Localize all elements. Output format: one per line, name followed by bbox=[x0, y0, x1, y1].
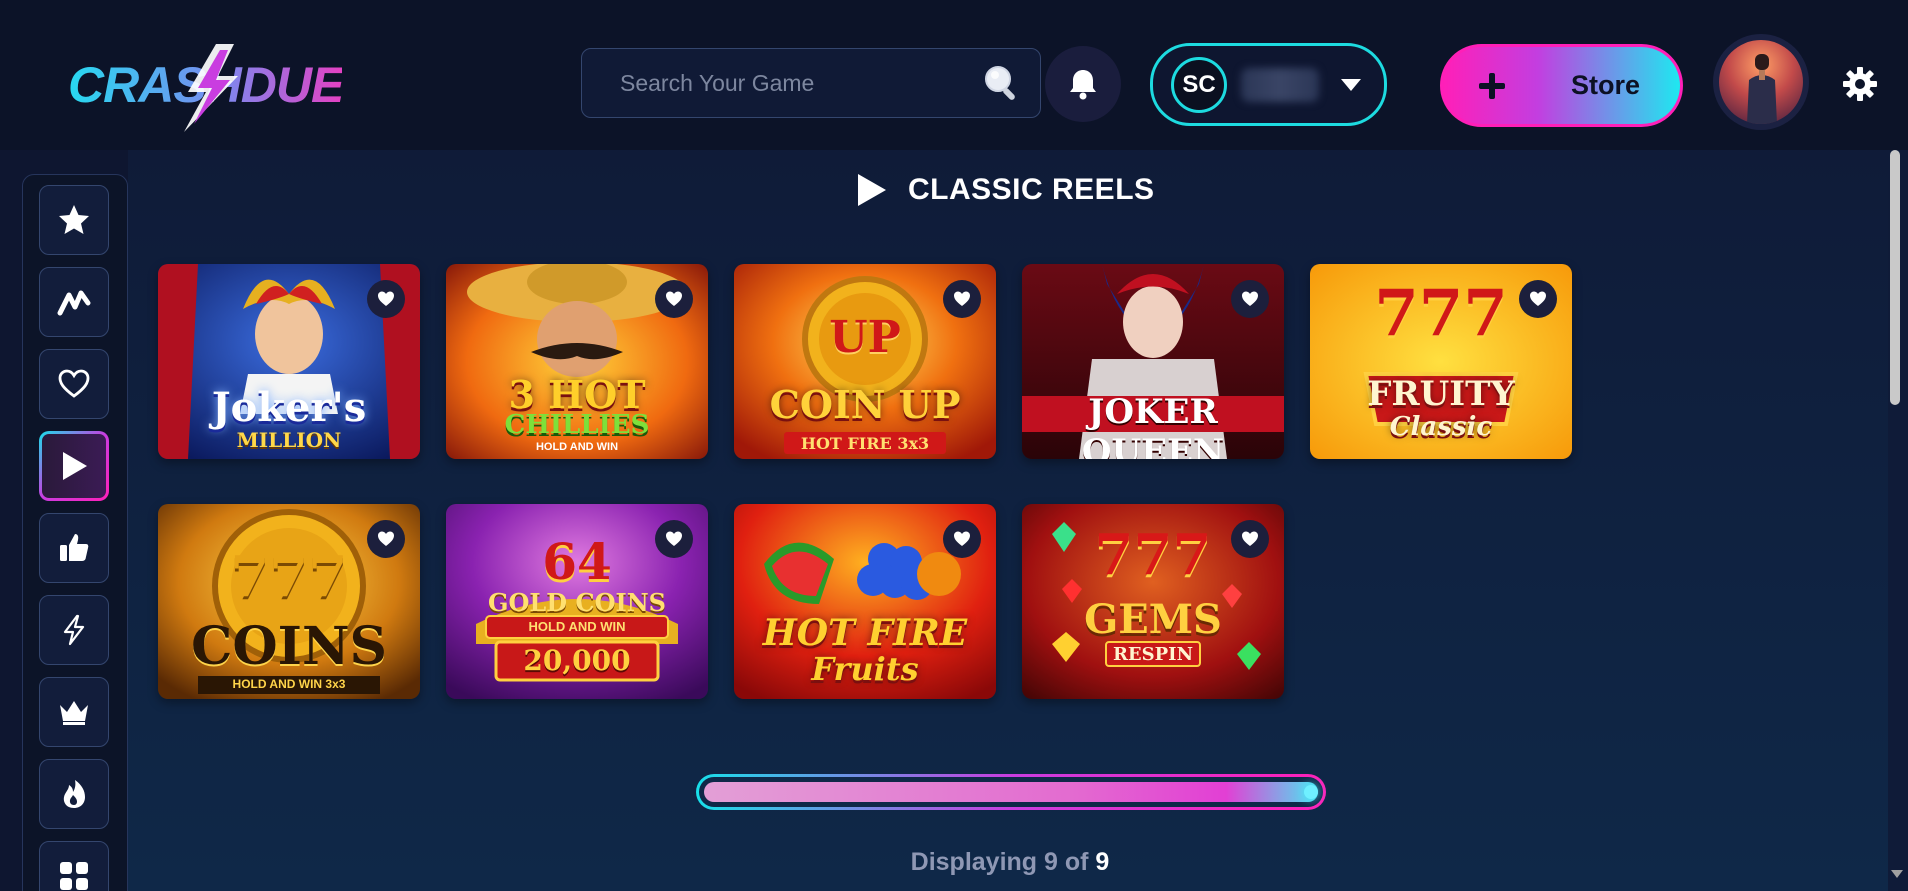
game-card-777-gems-respin[interactable]: 777 GEMS RESPIN bbox=[1022, 504, 1284, 699]
progress-fill bbox=[704, 782, 1318, 802]
heart-icon bbox=[378, 291, 394, 306]
displaying-total: 9 bbox=[1095, 848, 1110, 876]
game-card-777-coins[interactable]: 777 COINS HOLD AND WIN 3x3 bbox=[158, 504, 420, 699]
notifications-button[interactable] bbox=[1045, 46, 1121, 122]
game-card-hot-fire-fruits[interactable]: HOT FIRE Fruits bbox=[734, 504, 996, 699]
sidebar-item-liked[interactable] bbox=[39, 349, 109, 419]
game-card-fruity-classic[interactable]: 777 FRUITY Classic bbox=[1310, 264, 1572, 459]
sidebar-item-hot[interactable] bbox=[39, 759, 109, 829]
store-button[interactable]: Store bbox=[1440, 44, 1683, 127]
user-avatar-button[interactable] bbox=[1713, 34, 1809, 130]
displaying-prefix: Displaying 9 of bbox=[910, 848, 1089, 876]
star-icon bbox=[59, 205, 89, 234]
game-title: HOT FIRE bbox=[762, 612, 968, 654]
displaying-count: Displaying 9 of 9 bbox=[0, 848, 1908, 877]
settings-gear-icon[interactable] bbox=[1842, 66, 1878, 102]
favorite-button[interactable] bbox=[1519, 280, 1557, 318]
crashduel-logo[interactable]: CRASHDUEL bbox=[66, 40, 342, 132]
play-icon bbox=[858, 174, 886, 206]
game-card-joker-queen[interactable]: JOKER QUEEN bbox=[1022, 264, 1284, 459]
progress-indicator bbox=[1304, 785, 1318, 799]
search-bar[interactable] bbox=[581, 48, 1041, 118]
currency-selector[interactable]: SC bbox=[1150, 43, 1387, 126]
heart-icon bbox=[954, 291, 970, 306]
game-title: COIN UP bbox=[769, 382, 961, 427]
heart-icon bbox=[58, 369, 90, 398]
game-tagline: HOLD AND WIN 3x3 bbox=[232, 677, 346, 691]
play-icon bbox=[63, 452, 87, 480]
game-tagline: HOLD AND WIN bbox=[535, 441, 619, 453]
trend-icon bbox=[57, 290, 91, 316]
game-card-jokers-million[interactable]: Joker's MILLION bbox=[158, 264, 420, 459]
game-title: GOLD COINS bbox=[488, 588, 666, 617]
sidebar-item-vip[interactable] bbox=[39, 677, 109, 747]
load-progress-bar bbox=[696, 774, 1326, 810]
game-tagline: HOLD AND WIN bbox=[528, 619, 626, 634]
store-label: Store bbox=[1571, 70, 1641, 100]
favorite-button[interactable] bbox=[943, 520, 981, 558]
heart-icon bbox=[954, 531, 970, 546]
top-header: CRASHDUEL SC Store bbox=[0, 0, 1908, 150]
game-subtitle: RESPIN bbox=[1112, 644, 1194, 665]
search-icon[interactable] bbox=[982, 63, 1022, 103]
game-subtitle: MILLION bbox=[236, 428, 342, 452]
favorite-button[interactable] bbox=[655, 280, 693, 318]
scrollbar-thumb[interactable] bbox=[1890, 150, 1900, 405]
game-subtitle: Fruits bbox=[811, 650, 919, 688]
heart-icon bbox=[666, 291, 682, 306]
heart-icon bbox=[666, 531, 682, 546]
game-title: Joker's bbox=[211, 384, 367, 431]
scroll-down-arrow-icon[interactable] bbox=[1890, 868, 1904, 880]
lightning-icon bbox=[63, 614, 85, 646]
balance-hidden bbox=[1241, 67, 1319, 102]
game-title: COINS bbox=[190, 616, 388, 677]
favorite-button[interactable] bbox=[367, 520, 405, 558]
sidebar-item-crash[interactable] bbox=[39, 267, 109, 337]
game-title: JOKER QUEEN bbox=[1081, 392, 1225, 459]
game-subtitle: Classic bbox=[1389, 412, 1493, 442]
sidebar-item-recommended[interactable] bbox=[39, 513, 109, 583]
sidebar-item-favorites-star[interactable] bbox=[39, 185, 109, 255]
game-subtitle: CHILLIES bbox=[504, 410, 650, 440]
search-input[interactable] bbox=[620, 69, 982, 97]
flame-icon bbox=[63, 780, 85, 808]
game-subtitle: HOT FIRE 3x3 bbox=[800, 434, 930, 453]
sidebar-item-classic-reels[interactable] bbox=[39, 431, 109, 501]
avatar bbox=[1719, 40, 1803, 124]
heart-icon bbox=[1530, 291, 1546, 306]
section-header: CLASSIC REELS bbox=[856, 170, 1155, 210]
sidebar-item-fast[interactable] bbox=[39, 595, 109, 665]
sc-badge: SC bbox=[1171, 56, 1227, 113]
game-card-3-hot-chillies[interactable]: 3 HOT CHILLIES HOLD AND WIN bbox=[446, 264, 708, 459]
section-title: CLASSIC REELS bbox=[908, 173, 1155, 206]
chevron-down-icon bbox=[1341, 78, 1361, 91]
game-jackpot: 20,000 bbox=[523, 644, 631, 677]
favorite-button[interactable] bbox=[1231, 280, 1269, 318]
favorite-button[interactable] bbox=[943, 280, 981, 318]
game-title: FRUITY bbox=[1367, 374, 1515, 414]
crown-icon bbox=[60, 701, 88, 725]
game-title: GEMS bbox=[1084, 596, 1222, 643]
game-card-64-gold-coins[interactable]: 64 GOLD COINS HOLD AND WIN 20,000 bbox=[446, 504, 708, 699]
favorite-button[interactable] bbox=[655, 520, 693, 558]
favorite-button[interactable] bbox=[1231, 520, 1269, 558]
bell-icon bbox=[1070, 70, 1096, 100]
plus-icon bbox=[1479, 72, 1505, 99]
heart-icon bbox=[1242, 291, 1258, 306]
category-sidebar bbox=[22, 174, 128, 891]
heart-icon bbox=[1242, 531, 1258, 546]
favorite-button[interactable] bbox=[367, 280, 405, 318]
thumbs-up-icon bbox=[60, 534, 89, 561]
game-card-coin-up-hot-fire[interactable]: UP COIN UP HOT FIRE 3x3 bbox=[734, 264, 996, 459]
heart-icon bbox=[378, 531, 394, 546]
